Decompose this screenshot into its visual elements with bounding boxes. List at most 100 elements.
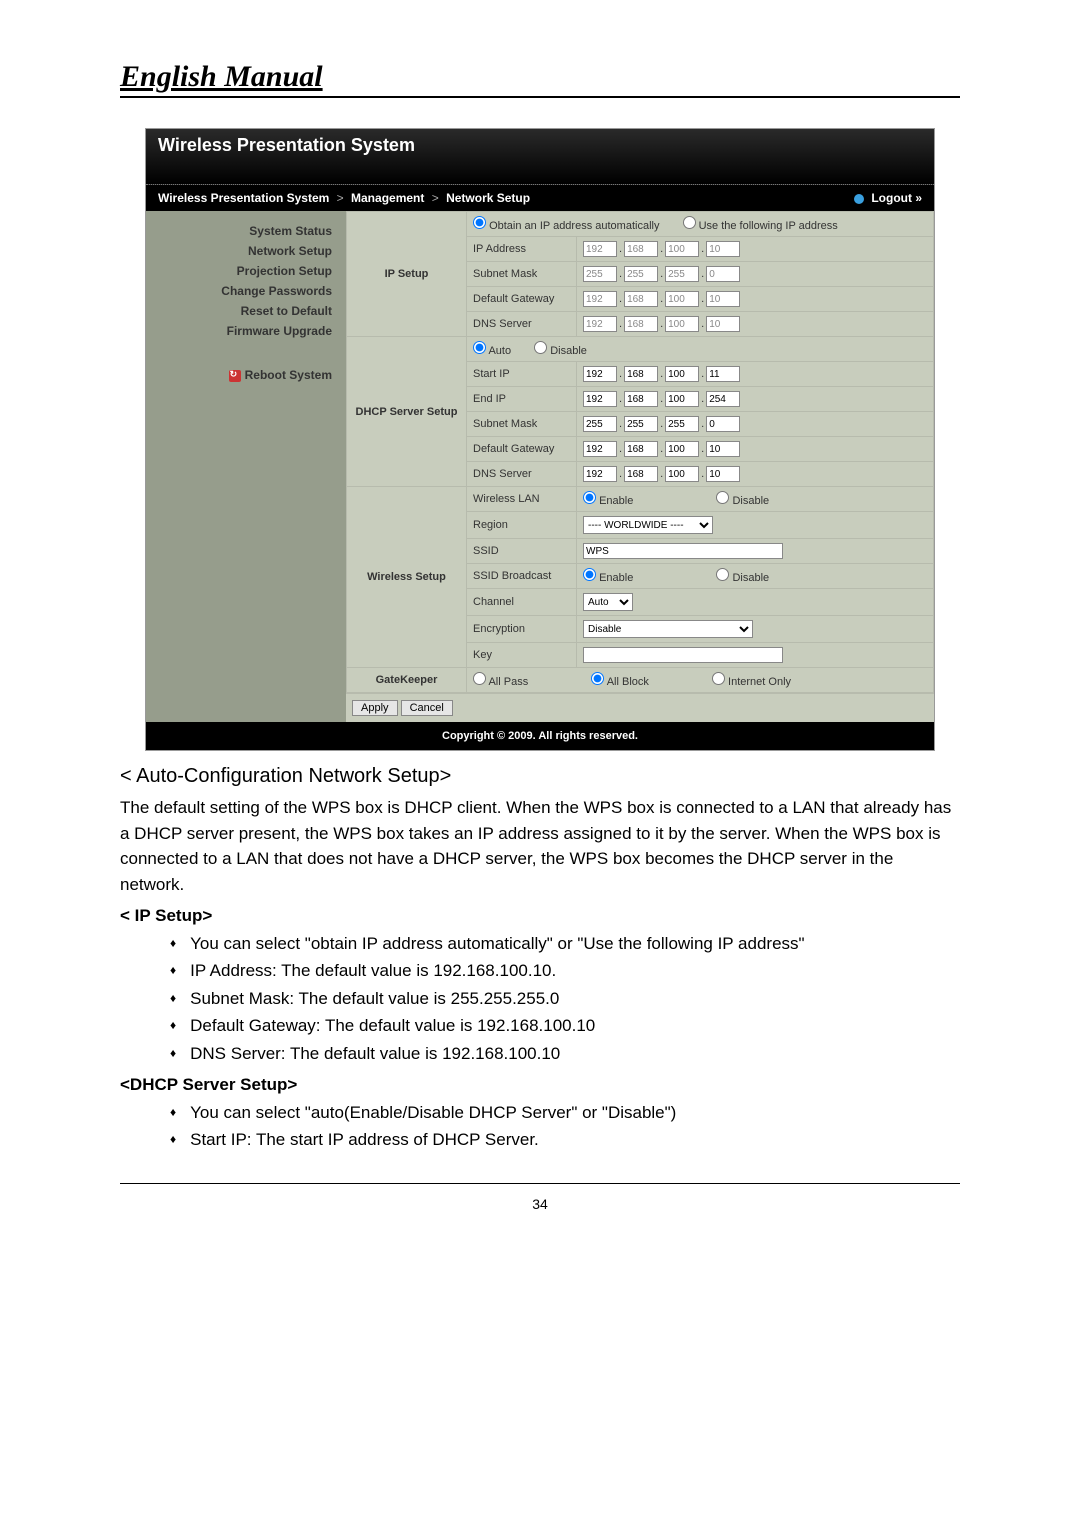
section-dhcp: DHCP Server Setup	[347, 337, 467, 487]
label-end-ip: End IP	[467, 387, 577, 412]
subnet-2[interactable]	[624, 266, 658, 282]
ip-address-4[interactable]	[706, 241, 740, 257]
gateway-1[interactable]	[583, 291, 617, 307]
dhcp-gw-3[interactable]	[665, 441, 699, 457]
crumb-mgmt[interactable]: Management	[351, 191, 424, 205]
dhcp-dns-2[interactable]	[624, 466, 658, 482]
reboot-icon	[229, 370, 241, 382]
sidebar-item-reboot[interactable]: Reboot System	[156, 365, 332, 385]
sidebar-item-network-setup[interactable]: Network Setup	[156, 241, 332, 261]
label-key: Key	[467, 643, 577, 668]
subnet-4[interactable]	[706, 266, 740, 282]
input-ssid[interactable]	[583, 543, 783, 559]
list-item: Subnet Mask: The default value is 255.25…	[170, 986, 960, 1012]
radio-bcast-enable[interactable]: Enable	[583, 568, 633, 584]
select-region[interactable]: ---- WORLDWIDE ----	[583, 516, 713, 534]
dhcp-dns-3[interactable]	[665, 466, 699, 482]
ip-address-1[interactable]	[583, 241, 617, 257]
radio-gk-internet[interactable]: Internet Only	[712, 672, 791, 688]
label-ssid-bcast: SSID Broadcast	[467, 564, 577, 589]
gateway-3[interactable]	[665, 291, 699, 307]
endip-2[interactable]	[624, 391, 658, 407]
section-wireless: Wireless Setup	[347, 487, 467, 668]
dns-2[interactable]	[624, 316, 658, 332]
label-start-ip: Start IP	[467, 362, 577, 387]
dns-4[interactable]	[706, 316, 740, 332]
radio-gk-allpass[interactable]: All Pass	[473, 672, 528, 688]
label-encryption: Encryption	[467, 616, 577, 643]
dns-3[interactable]	[665, 316, 699, 332]
ip-setup-heading: < IP Setup>	[120, 903, 960, 929]
input-key[interactable]	[583, 647, 783, 663]
dhcp-setup-heading: <DHCP Server Setup>	[120, 1072, 960, 1098]
sidebar-item-reset-default[interactable]: Reset to Default	[156, 301, 332, 321]
gateway-2[interactable]	[624, 291, 658, 307]
sidebar: System Status Network Setup Projection S…	[146, 211, 346, 722]
copyright-footer: Copyright © 2009. All rights reserved.	[146, 722, 934, 750]
router-screenshot: Wireless Presentation System Wireless Pr…	[145, 128, 935, 751]
startip-1[interactable]	[583, 366, 617, 382]
startip-3[interactable]	[665, 366, 699, 382]
label-dhcp-gateway: Default Gateway	[467, 437, 577, 462]
apply-button[interactable]: Apply	[352, 700, 398, 716]
radio-ip-static[interactable]: Use the following IP address	[683, 216, 838, 232]
window-title: Wireless Presentation System	[146, 129, 934, 185]
sidebar-item-projection-setup[interactable]: Projection Setup	[156, 261, 332, 281]
section-ip-setup: IP Setup	[347, 212, 467, 337]
startip-4[interactable]	[706, 366, 740, 382]
dhcp-dns-4[interactable]	[706, 466, 740, 482]
document-title: English Manual	[120, 60, 960, 98]
radio-gk-allblock[interactable]: All Block	[591, 672, 649, 688]
label-gateway: Default Gateway	[467, 287, 577, 312]
radio-dhcp-auto[interactable]: Auto	[473, 341, 511, 357]
crumb-current: Network Setup	[446, 191, 530, 205]
radio-ip-auto[interactable]: Obtain an IP address automatically	[473, 216, 659, 232]
logout-icon	[854, 194, 864, 204]
cancel-button[interactable]: Cancel	[401, 700, 453, 716]
dhcp-subnet-1[interactable]	[583, 416, 617, 432]
list-item: Start IP: The start IP address of DHCP S…	[170, 1127, 960, 1153]
dhcp-dns-1[interactable]	[583, 466, 617, 482]
endip-4[interactable]	[706, 391, 740, 407]
sidebar-item-system-status[interactable]: System Status	[156, 221, 332, 241]
logout-link[interactable]: Logout »	[854, 191, 922, 205]
select-encryption[interactable]: Disable	[583, 620, 753, 638]
label-ip-address: IP Address	[467, 237, 577, 262]
dhcp-gw-2[interactable]	[624, 441, 658, 457]
radio-wlan-disable[interactable]: Disable	[716, 491, 769, 507]
list-item: Default Gateway: The default value is 19…	[170, 1013, 960, 1039]
dhcp-setup-list: You can select "auto(Enable/Disable DHCP…	[170, 1100, 960, 1153]
dhcp-gw-1[interactable]	[583, 441, 617, 457]
subnet-3[interactable]	[665, 266, 699, 282]
list-item: You can select "auto(Enable/Disable DHCP…	[170, 1100, 960, 1126]
breadcrumb: Wireless Presentation System > Managemen…	[158, 191, 530, 205]
dhcp-subnet-2[interactable]	[624, 416, 658, 432]
radio-bcast-disable[interactable]: Disable	[716, 568, 769, 584]
label-ssid: SSID	[467, 539, 577, 564]
dhcp-subnet-3[interactable]	[665, 416, 699, 432]
dhcp-subnet-4[interactable]	[706, 416, 740, 432]
radio-dhcp-disable[interactable]: Disable	[534, 341, 587, 357]
document-body: < Auto-Configuration Network Setup> The …	[120, 761, 960, 1153]
list-item: IP Address: The default value is 192.168…	[170, 958, 960, 984]
label-subnet: Subnet Mask	[467, 262, 577, 287]
sidebar-item-firmware-upgrade[interactable]: Firmware Upgrade	[156, 321, 332, 341]
radio-wlan-enable[interactable]: Enable	[583, 491, 633, 507]
page-number: 34	[120, 1183, 960, 1212]
gateway-4[interactable]	[706, 291, 740, 307]
ip-address-2[interactable]	[624, 241, 658, 257]
startip-2[interactable]	[624, 366, 658, 382]
endip-3[interactable]	[665, 391, 699, 407]
select-channel[interactable]: Auto	[583, 593, 633, 611]
crumb-root[interactable]: Wireless Presentation System	[158, 191, 329, 205]
section-caption: < Auto-Configuration Network Setup>	[120, 761, 960, 791]
intro-paragraph: The default setting of the WPS box is DH…	[120, 795, 960, 897]
label-dns: DNS Server	[467, 312, 577, 337]
ip-address-3[interactable]	[665, 241, 699, 257]
dhcp-gw-4[interactable]	[706, 441, 740, 457]
endip-1[interactable]	[583, 391, 617, 407]
dns-1[interactable]	[583, 316, 617, 332]
subnet-1[interactable]	[583, 266, 617, 282]
label-dhcp-dns: DNS Server	[467, 462, 577, 487]
sidebar-item-change-passwords[interactable]: Change Passwords	[156, 281, 332, 301]
